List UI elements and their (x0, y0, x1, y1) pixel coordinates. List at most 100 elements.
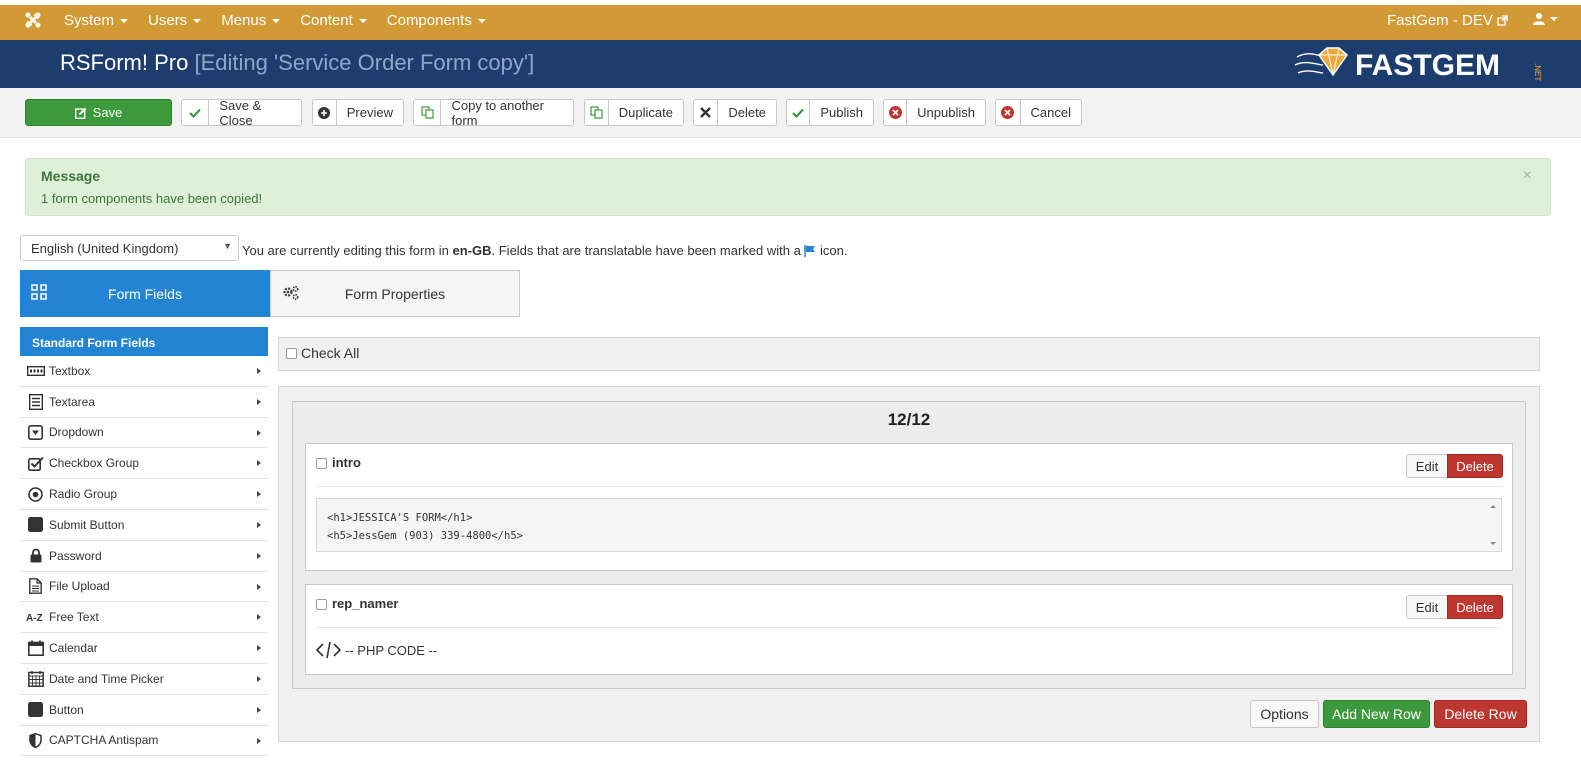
sidebar-field-list: Textbox Textarea Dropdown Checkbox Group… (20, 356, 268, 757)
code-preview[interactable]: <h1>JESSICA'S FORM</h1> <h5>JessGem (903… (316, 498, 1502, 552)
lock-icon (20, 548, 49, 563)
sidebar-heading: Standard Form Fields (20, 327, 268, 356)
page-title: RSForm! Pro [Editing 'Service Order Form… (60, 50, 535, 75)
php-code-preview: -- PHP CODE -- (316, 641, 437, 659)
preview-button[interactable]: Preview (312, 99, 404, 126)
caret-right-icon (257, 552, 261, 559)
message-title: Message (41, 168, 101, 184)
user-icon (1533, 13, 1545, 25)
tab-form-fields[interactable]: Form Fields (20, 270, 270, 317)
check-all-bar: Check All (278, 337, 1540, 371)
caret-down-icon (477, 18, 486, 23)
sidebar-item-radio-group[interactable]: Radio Group (20, 479, 268, 510)
chevron-down-icon: ▼ (223, 241, 232, 251)
caret-down-icon (272, 18, 281, 23)
caret-right-icon (257, 368, 261, 374)
caret-right-icon (257, 521, 261, 528)
sidebar-item-file-upload[interactable]: File Upload (20, 572, 268, 603)
save-button[interactable]: Save (25, 99, 172, 126)
field-checkbox[interactable] (316, 458, 327, 469)
sidebar-item-button[interactable]: Button (20, 695, 268, 726)
checkbox-icon (20, 456, 49, 471)
check-all-checkbox[interactable] (286, 348, 297, 359)
menu-system[interactable]: System (64, 12, 129, 29)
sidebar-item-textbox[interactable]: Textbox (20, 356, 268, 387)
scrollbar[interactable] (1489, 502, 1497, 548)
button-icon (20, 702, 49, 718)
check-all-label[interactable]: Check All (301, 345, 359, 361)
datetime-icon (20, 670, 49, 687)
menu-components[interactable]: Components (387, 12, 486, 29)
tab-form-properties[interactable]: Form Properties (270, 270, 520, 317)
svg-text:A-Z: A-Z (26, 613, 43, 623)
add-new-row-button[interactable]: Add New Row (1323, 700, 1430, 728)
caret-right-icon (257, 706, 261, 713)
textbox-icon (20, 365, 49, 376)
sidebar-item-calendar[interactable]: Calendar (20, 633, 268, 664)
field-card: rep_namer Edit Delete -- PHP CODE -- (305, 584, 1513, 675)
publish-button[interactable]: Publish (786, 99, 874, 126)
flag-icon (804, 245, 816, 257)
user-menu[interactable] (1533, 12, 1558, 25)
submit-icon (20, 517, 49, 533)
copy-icon (585, 100, 609, 125)
fastgem-logo: FASTGEM .NET (1294, 47, 1542, 82)
caret-right-icon (257, 460, 261, 467)
edit-button[interactable]: Edit (1406, 595, 1448, 619)
message-text: 1 form components have been copied! (41, 191, 263, 206)
menu-content[interactable]: Content (300, 12, 367, 29)
close-icon[interactable]: × (1523, 167, 1532, 185)
caret-right-icon (257, 645, 261, 652)
gears-icon (283, 285, 299, 301)
sidebar-item-password[interactable]: Password (20, 541, 268, 572)
menu-users[interactable]: Users (148, 12, 202, 29)
cancel-button[interactable]: Cancel (995, 99, 1082, 126)
save-close-button[interactable]: Save & Close (181, 98, 302, 128)
options-button[interactable]: Options (1250, 700, 1319, 728)
field-checkbox[interactable] (316, 599, 327, 610)
sidebar-item-date-time-picker[interactable]: Date and Time Picker (20, 664, 268, 695)
field-card: intro Edit Delete <h1>JESSICA'S FORM</h1… (305, 443, 1513, 571)
file-icon (20, 578, 49, 595)
cancel-circle-icon (884, 100, 908, 125)
sidebar-item-checkbox-group[interactable]: Checkbox Group (20, 448, 268, 480)
success-message: Message 1 form components have been copi… (25, 158, 1551, 216)
toolbar: Save Save & Close Preview Copy to anothe… (0, 88, 1581, 138)
site-link[interactable]: FastGem - DEV (1387, 12, 1508, 29)
menu-menus[interactable]: Menus (221, 12, 281, 29)
sidebar-item-dropdown[interactable]: Dropdown (20, 418, 268, 449)
code-icon (316, 641, 341, 659)
caret-down-icon (193, 18, 202, 23)
sidebar-item-textarea[interactable]: Textarea (20, 387, 268, 418)
delete-field-button[interactable]: Delete (1447, 454, 1503, 478)
dropdown-icon (20, 424, 49, 440)
caret-right-icon (257, 737, 261, 744)
caret-right-icon (257, 491, 261, 498)
edit-button[interactable]: Edit (1406, 454, 1448, 478)
az-icon: A-Z (20, 611, 49, 623)
joomla-icon[interactable] (24, 11, 42, 29)
divider (316, 486, 1502, 487)
unpublish-button[interactable]: Unpublish (883, 99, 986, 126)
sidebar-item-free-text[interactable]: A-Z Free Text (20, 602, 268, 634)
edit-icon (74, 107, 87, 119)
cancel-circle-icon (996, 100, 1021, 125)
shield-icon (20, 732, 49, 748)
duplicate-button[interactable]: Duplicate (584, 99, 684, 126)
sidebar-item-captcha[interactable]: CAPTCHA Antispam (20, 726, 268, 757)
copy-button[interactable]: Copy to another form (413, 98, 574, 128)
sidebar-item-submit-button[interactable]: Submit Button (20, 510, 268, 541)
copy-icon (414, 100, 442, 125)
caret-right-icon (257, 614, 261, 621)
field-name: rep_namer (332, 596, 399, 611)
delete-field-button[interactable]: Delete (1447, 595, 1503, 619)
page-header: RSForm! Pro [Editing 'Service Order Form… (0, 40, 1581, 88)
caret-down-icon (120, 18, 129, 23)
check-icon (787, 100, 811, 125)
admin-menu: System Users Menus Content Components (64, 12, 506, 29)
delete-button[interactable]: Delete (693, 99, 777, 126)
delete-row-button[interactable]: Delete Row (1434, 700, 1527, 728)
language-select[interactable]: English (United Kingdom) ▼ (20, 235, 239, 261)
field-name: intro (332, 455, 361, 470)
page-subtitle: [Editing 'Service Order Form copy'] (194, 50, 535, 75)
